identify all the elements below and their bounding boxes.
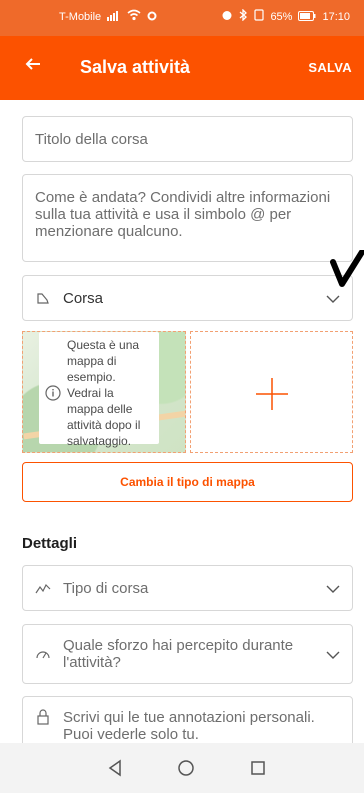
android-nav-bar	[0, 743, 364, 793]
alarm-icon	[221, 9, 233, 24]
activity-title-placeholder: Titolo della corsa	[35, 131, 148, 148]
sport-type-select[interactable]: Corsa	[22, 275, 353, 321]
chevron-down-icon	[326, 292, 340, 306]
handwritten-checkmark	[330, 249, 364, 290]
sample-map-tile[interactable]: Questa è una mappa di esempio. Vedrai la…	[22, 331, 186, 453]
record-dot-icon	[147, 10, 157, 24]
app-bar: Salva attività SALVA	[0, 36, 364, 100]
perceived-effort-placeholder: Quale sforzo hai percepito durante l'att…	[63, 637, 294, 671]
save-button[interactable]: SALVA	[308, 60, 352, 75]
activity-title-input[interactable]: Titolo della corsa	[22, 116, 353, 162]
run-type-placeholder: Tipo di corsa	[63, 580, 149, 597]
shoe-icon	[35, 291, 51, 307]
back-triangle-icon[interactable]	[102, 755, 128, 781]
back-arrow-icon[interactable]	[24, 54, 42, 78]
activity-description-input[interactable]: Come è andata? Condividi altre informazi…	[22, 174, 353, 262]
plus-icon	[256, 378, 288, 410]
status-bar: T-Mobile 65% 17:10	[0, 0, 364, 36]
details-heading: Dettagli	[22, 535, 78, 552]
sport-type-label: Corsa	[63, 290, 104, 307]
nfc-icon	[254, 9, 265, 24]
wifi-icon	[127, 9, 141, 24]
recents-square-icon[interactable]	[245, 755, 271, 781]
status-left: T-Mobile	[59, 9, 157, 24]
chevron-down-icon	[326, 648, 340, 662]
battery-percent: 65%	[270, 10, 293, 23]
add-photo-button[interactable]	[190, 331, 353, 453]
battery-icon	[298, 10, 316, 24]
activity-description-placeholder: Come è andata? Condividi altre informazi…	[35, 189, 331, 240]
status-right: 65% 17:10	[221, 8, 350, 24]
gauge-icon	[35, 647, 51, 663]
private-notes-placeholder: Scrivi qui le tue annotazioni personali.…	[63, 709, 315, 743]
carrier-label: T-Mobile	[59, 10, 102, 23]
perceived-effort-select[interactable]: Quale sforzo hai percepito durante l'att…	[22, 624, 353, 684]
map-info-card: Questa è una mappa di esempio. Vedrai la…	[39, 332, 159, 448]
run-type-icon	[35, 581, 51, 597]
home-circle-icon[interactable]	[173, 755, 199, 781]
page-title: Salva attività	[80, 57, 191, 77]
clock: 17:10	[322, 10, 350, 23]
lock-icon	[35, 709, 51, 725]
run-type-select[interactable]: Tipo di corsa	[22, 565, 353, 611]
chevron-down-icon	[326, 582, 340, 596]
map-info-text: Questa è una mappa di esempio. Vedrai la…	[67, 338, 141, 448]
signal-icon	[107, 9, 121, 24]
info-icon	[44, 384, 62, 402]
bluetooth-icon	[239, 8, 248, 24]
change-map-type-button[interactable]: Cambia il tipo di mappa	[22, 462, 353, 502]
